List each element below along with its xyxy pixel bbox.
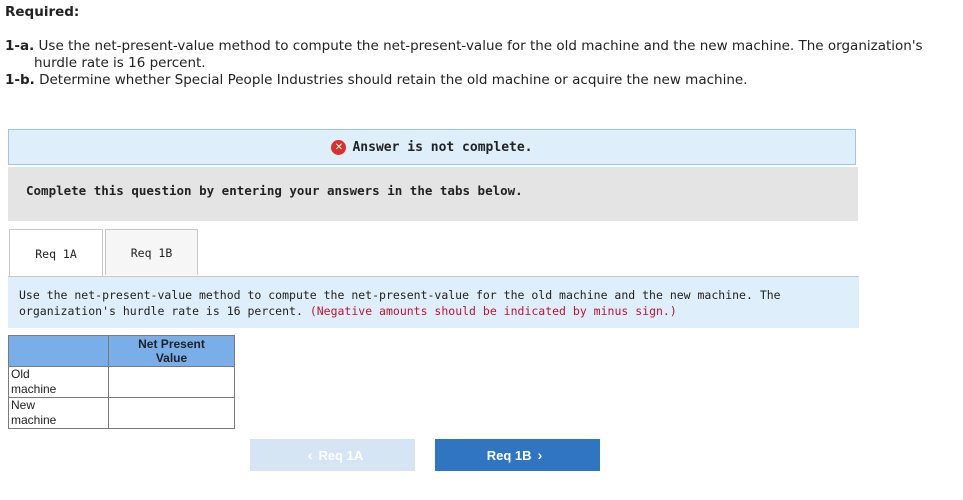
prev-tab-label: Req 1A [318,447,364,463]
next-tab-button[interactable]: Req 1B › [435,439,600,471]
instructions: 1-a. Use the net-present-value method to… [5,38,955,89]
answer-status-text: Answer is not complete. [352,139,533,155]
question-note: (Negative amounts should be indicated by… [309,303,677,318]
row-label-line-1: Old [11,367,30,381]
tab-req-1b[interactable]: Req 1B [105,229,198,275]
tab-label: Req 1B [130,245,173,260]
table-header-npv: Net Present Value [108,335,235,367]
row-label-line-1: New [11,398,36,412]
row-label-new-machine: New machine [8,397,109,429]
npv-input-new-machine[interactable] [109,401,233,425]
instruction-number: 1-b. [5,72,35,88]
tab-label: Req 1A [35,246,77,261]
header-line-2: Value [155,351,188,365]
prompt-box: Complete this question by entering your … [8,167,858,221]
row-label-line-2: machine [11,382,57,396]
table-row: New machine [8,397,235,429]
instruction-1b: 1-b. Determine whether Special People In… [5,72,955,89]
table-header-row: Net Present Value [8,335,235,367]
instruction-text: Determine whether Special People Industr… [39,72,748,88]
instruction-1a: 1-a. Use the net-present-value method to… [5,38,955,55]
tab-req-1a[interactable]: Req 1A [9,229,103,277]
answer-status-banner: ✕ Answer is not complete. [8,129,856,165]
table-row: Old machine [8,366,235,398]
npv-cell-old-machine [108,366,235,398]
npv-cell-new-machine [108,397,235,429]
prompt-text: Complete this question by entering your … [26,183,523,198]
prev-tab-button[interactable]: ‹ Req 1A [250,439,415,471]
question-box: Use the net-present-value method to comp… [8,277,859,328]
instruction-1a-continued: hurdle rate is 16 percent. [34,55,206,71]
table-header-blank [8,335,109,367]
next-tab-label: Req 1B [486,447,532,463]
chevron-right-icon: › [537,447,543,463]
required-heading: Required: [5,4,80,20]
instruction-text: Use the net-present-value method to comp… [38,38,923,54]
chevron-left-icon: ‹ [307,447,313,463]
header-line-1: Net Present [138,337,205,351]
x-circle-icon: ✕ [331,139,347,155]
instruction-number: 1-a. [5,38,35,54]
npv-input-old-machine[interactable] [109,370,233,394]
row-label-old-machine: Old machine [8,366,109,398]
npv-table: Net Present Value Old machine New machin… [8,335,235,429]
row-label-line-2: machine [11,413,57,427]
question-text: Use the net-present-value method to comp… [19,288,849,319]
